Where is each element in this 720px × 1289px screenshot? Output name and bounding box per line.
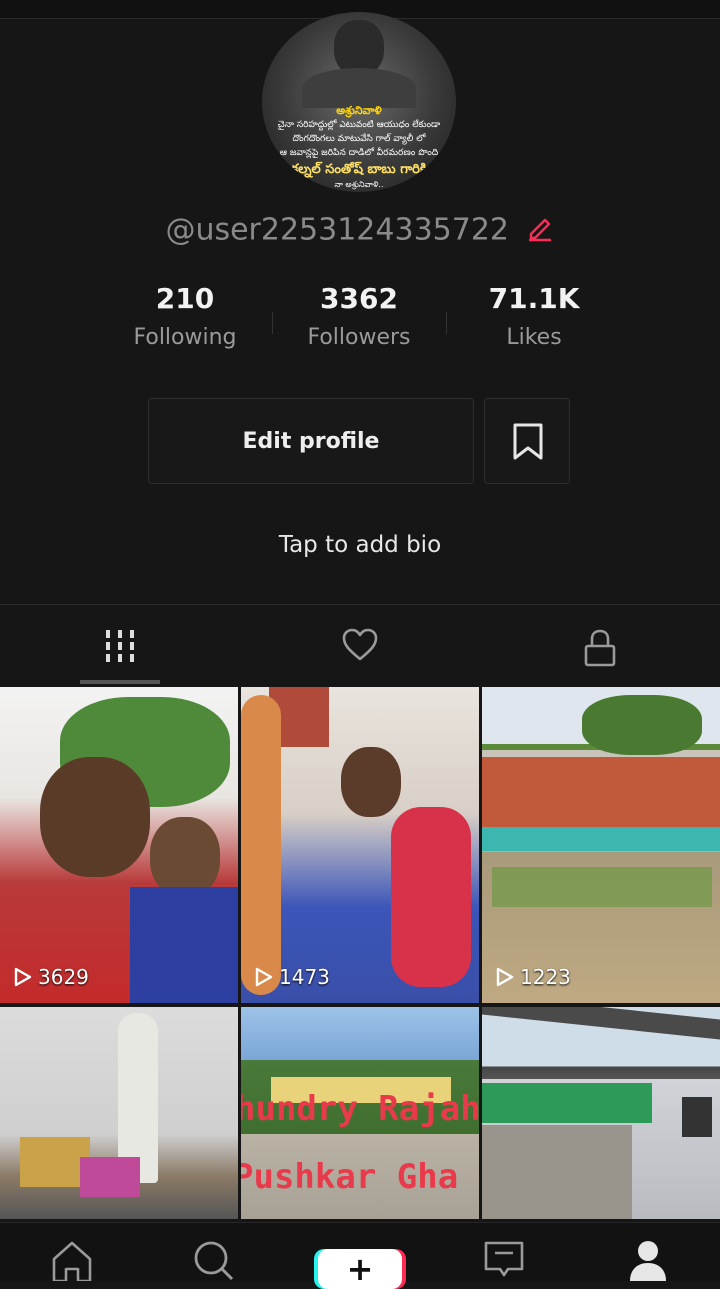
stat-label: Following [133,325,237,350]
avatar-banner-line: దొంగదొంగలు మాటువేసి గాల్ వ్యాలీ లో [292,134,426,144]
pencil-icon[interactable] [525,212,555,250]
video-thumbnail[interactable] [482,1007,720,1219]
play-icon [255,967,273,987]
stat-value: 3362 [320,282,398,315]
view-count: 1223 [496,965,571,989]
add-bio-prompt[interactable]: Tap to add bio [0,532,720,558]
bookmark-icon [513,423,543,460]
video-grid: 3629 1473 1223 hundry Rajah Pushkar Gha [0,687,720,1219]
username: @user2253124335722 [165,212,510,248]
username-row: @user2253124335722 [0,212,720,250]
stat-likes[interactable]: 71.1K Likes [449,282,619,350]
person-head [150,817,220,897]
play-icon [496,967,514,987]
video-overlay-text: hundry Rajah [241,1089,479,1129]
stat-followers[interactable]: 3362 Followers [274,282,444,350]
temple [80,1157,140,1197]
bottom-navigation: + [0,1222,720,1289]
avatar-portrait-body [302,68,416,108]
avatar-banner-line: చైనా సరిహద్దుల్లో ఎటువంటి ఆయుధం లేకుండా [277,120,441,130]
stat-divider [446,312,447,334]
edit-profile-button[interactable]: Edit profile [148,398,474,484]
create-plus-icon: + [346,1250,374,1288]
stat-label: Likes [506,325,562,350]
create-button[interactable]: + [318,1249,402,1289]
play-icon [14,967,32,987]
profile-tabs [0,606,720,686]
profile-icon [630,1241,666,1281]
stat-value: 71.1K [488,282,580,315]
search-icon [194,1241,234,1281]
avatar-banner-line: అశ్రునివాళి [336,104,382,117]
view-count: 3629 [14,965,89,989]
building-base [482,827,720,851]
person-head [341,747,401,817]
tab-selected-indicator [80,680,160,684]
bookmark-button[interactable] [484,398,570,484]
avatar-banner-line: కల్నల్ సంతోష్ బాబు గారికి [291,162,427,177]
child-figure [241,695,281,995]
person-clothing [130,887,238,1003]
video-thumbnail[interactable]: hundry Rajah Pushkar Gha [241,1007,479,1219]
steps [482,1125,632,1219]
profile-avatar[interactable]: అశ్రునివాళి చైనా సరిహద్దుల్లో ఎటువంటి ఆయ… [262,12,456,192]
nav-profile[interactable] [618,1239,678,1281]
tab-private[interactable] [480,606,720,686]
nav-inbox[interactable] [474,1239,534,1281]
view-count-value: 3629 [38,965,89,989]
view-count-value: 1223 [520,965,571,989]
stat-following[interactable]: 210 Following [100,282,270,350]
lock-icon [584,629,616,667]
nav-search[interactable] [184,1239,244,1281]
trees [582,695,702,755]
stat-divider [272,312,273,334]
nav-home[interactable] [42,1239,102,1281]
inbox-icon [484,1241,524,1277]
avatar-banner-line: నా అశ్రునివాళి.. [334,180,384,189]
section-divider [0,604,720,605]
grass [492,867,712,907]
video-thumbnail[interactable]: 3629 [0,687,238,1003]
video-thumbnail[interactable] [0,1007,238,1219]
video-thumbnail[interactable]: 1473 [241,687,479,1003]
child-figure [391,807,471,987]
motorbike [682,1097,712,1137]
tab-videos[interactable] [0,606,240,686]
heart-icon [342,628,378,661]
shed-roof [482,1007,720,1040]
view-count-value: 1473 [279,965,330,989]
grid-icon [106,630,134,662]
stat-value: 210 [155,282,215,315]
home-icon [52,1241,92,1281]
video-thumbnail[interactable]: 1223 [482,687,720,1003]
view-count: 1473 [255,965,330,989]
tab-liked[interactable] [240,606,480,686]
person-head [40,757,150,877]
stat-label: Followers [307,325,411,350]
railing [482,1083,652,1123]
video-overlay-text: Pushkar Gha [241,1157,459,1197]
profile-stats: 210 Following 3362 Followers 71.1K Likes [0,282,720,372]
avatar-banner-line: ఆ జవాన్లపై జరిపిన దాడిలో వీరమరణం పొంది [279,148,439,158]
